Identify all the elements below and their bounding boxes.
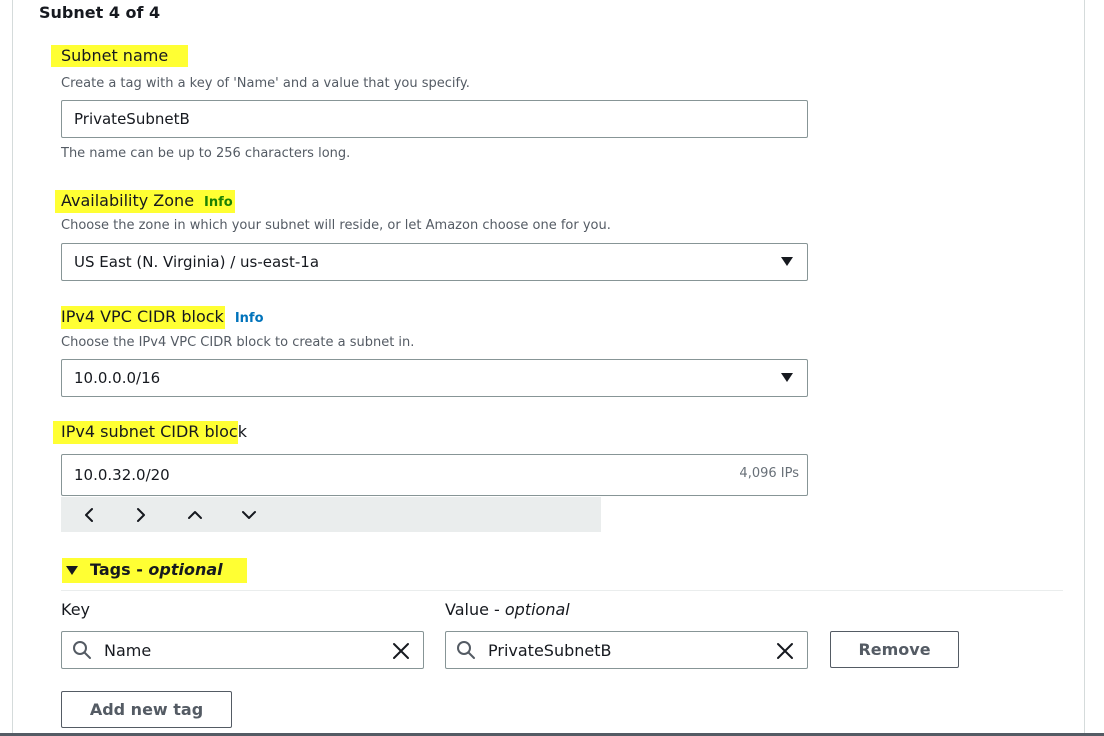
tag-key-input[interactable]: Name [61, 631, 424, 669]
tag-key-header: Key [61, 600, 91, 619]
caret-down-icon [781, 257, 793, 266]
subnet-cidr-label-rest: k [237, 422, 247, 441]
vpc-cidr-select[interactable]: 10.0.0.0/16 [61, 359, 808, 397]
subnet-cidr-value: 10.0.32.0/20 [74, 466, 170, 484]
az-label-group: Availability Zone Info [55, 190, 235, 214]
clear-icon[interactable] [391, 641, 411, 661]
expanded-caret-icon [66, 565, 78, 575]
chevron-up-icon[interactable] [183, 503, 207, 527]
tag-value-input[interactable]: PrivateSubnetB [445, 631, 808, 669]
az-selected-value: US East (N. Virginia) / us-east-1a [74, 253, 320, 271]
subnet-name-label-group: Subnet name [51, 45, 189, 67]
vpc-cidr-description: Choose the IPv4 VPC CIDR block to create… [61, 335, 415, 350]
az-description: Choose the zone in which your subnet wil… [61, 218, 611, 233]
chevron-down-icon[interactable] [237, 503, 261, 527]
subnet-cidr-label-group: IPv4 subnet CIDR block [53, 421, 247, 444]
search-icon [73, 641, 91, 659]
vpc-cidr-info-link[interactable]: Info [235, 311, 264, 326]
ip-count: 4,096 IPs [739, 466, 799, 481]
caret-down-icon [781, 373, 793, 382]
vpc-cidr-selected-value: 10.0.0.0/16 [74, 369, 161, 387]
section-title: Subnet 4 of 4 [39, 3, 161, 22]
add-new-tag-button[interactable]: Add new tag [61, 691, 232, 728]
panel-border-left [12, 0, 13, 736]
tags-divider [61, 590, 1063, 591]
tags-heading: Tags - optional [90, 560, 223, 579]
tags-expander[interactable]: Tags - optional [62, 558, 247, 583]
search-icon [457, 641, 475, 659]
chevron-right-icon[interactable] [129, 503, 153, 527]
subnet-name-value: PrivateSubnetB [74, 110, 190, 128]
subnet-name-input[interactable]: PrivateSubnetB [61, 100, 808, 138]
az-label: Availability Zone [61, 191, 195, 210]
az-select[interactable]: US East (N. Virginia) / us-east-1a [61, 243, 808, 281]
chevron-left-icon[interactable] [77, 503, 101, 527]
tag-value-value: PrivateSubnetB [488, 640, 612, 660]
az-info-link[interactable]: Info [204, 195, 233, 210]
subnet-cidr-label-highlighted: IPv4 subnet CIDR bloc [53, 421, 238, 444]
tag-key-value: Name [104, 640, 152, 660]
remove-tag-button[interactable]: Remove [830, 631, 959, 668]
clear-icon[interactable] [775, 641, 795, 661]
vpc-cidr-label-group: IPv4 VPC CIDR block Info [61, 306, 264, 330]
cidr-stepper [61, 497, 601, 532]
vpc-cidr-label: IPv4 VPC CIDR block [61, 306, 225, 329]
subnet-name-description: Create a tag with a key of 'Name' and a … [61, 76, 470, 91]
panel-border-right [1084, 0, 1085, 736]
tag-value-header: Value - optional [445, 600, 570, 619]
subnet-name-hint: The name can be up to 256 characters lon… [61, 146, 351, 161]
subnet-name-label: Subnet name [51, 45, 189, 67]
subnet-cidr-input[interactable]: 10.0.32.0/20 4,096 IPs [61, 454, 808, 496]
